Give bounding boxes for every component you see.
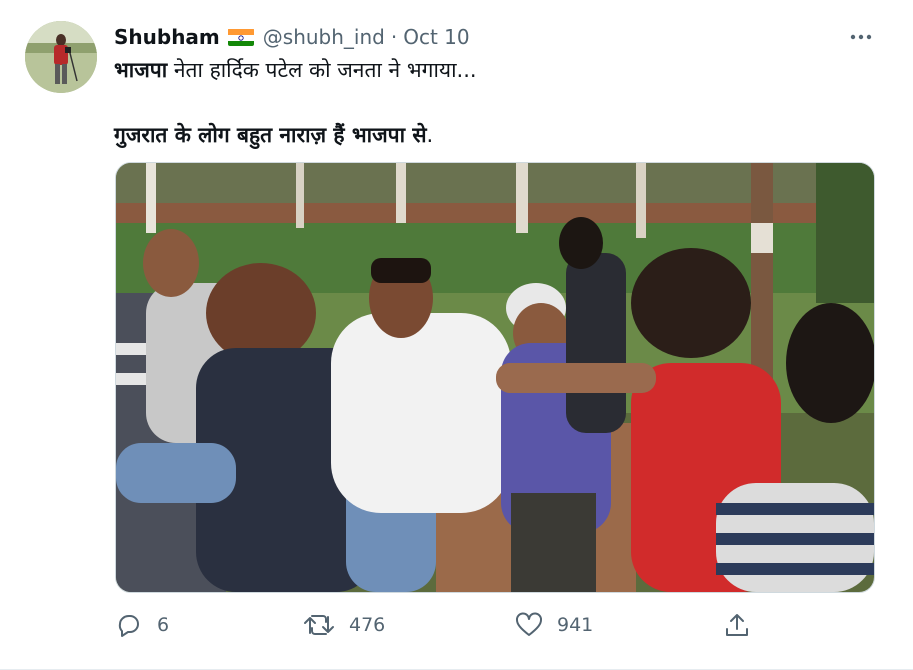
retweet-count: 476 [349,614,386,636]
tweet-text-line-1: भाजपा नेता हार्दिक पटेल को जनता ने भगाया… [114,55,874,85]
tweet-video[interactable] [115,162,875,593]
tweet-actions: 6 476 941 [115,607,755,643]
retweet-icon [304,615,334,635]
timestamp[interactable]: Oct 10 [403,25,469,49]
india-flag-icon [227,28,254,46]
more-options-icon [850,34,872,40]
author-handle[interactable]: @shubh_ind [263,25,385,49]
reply-button[interactable]: 6 [115,607,169,643]
tweet-text-line-1-bold: भाजपा [114,58,168,82]
tweet[interactable]: Shubham @shubh_ind · Oct 10 भाजपा नेता ह… [0,0,913,670]
video-thumbnail [116,163,874,592]
author-name[interactable]: Shubham [114,25,220,49]
like-button[interactable]: 941 [515,607,593,643]
heart-icon [516,612,542,636]
share-button[interactable] [723,607,751,643]
tweet-header: Shubham @shubh_ind · Oct 10 [114,22,470,52]
tweet-text-line-2-rest: . [426,123,434,147]
tweet-text-line-1-rest: नेता हार्दिक पटेल को जनता ने भगाया... [167,58,477,82]
retweet-button[interactable]: 476 [303,607,385,643]
share-icon [726,614,748,636]
avatar-photo [25,21,97,93]
tweet-text-line-2-bold: गुजरात के लोग बहुत नाराज़ हैं भाजपा से [114,123,427,147]
tweet-text: भाजपा नेता हार्दिक पटेल को जनता ने भगाया… [114,55,874,150]
reply-icon [118,615,139,637]
like-count: 941 [557,614,594,636]
more-options-button[interactable] [848,24,874,50]
separator-dot: · [390,25,398,49]
reply-count: 6 [157,614,170,636]
avatar[interactable] [25,21,97,93]
tweet-text-line-2: गुजरात के लोग बहुत नाराज़ हैं भाजपा से. [114,120,874,150]
